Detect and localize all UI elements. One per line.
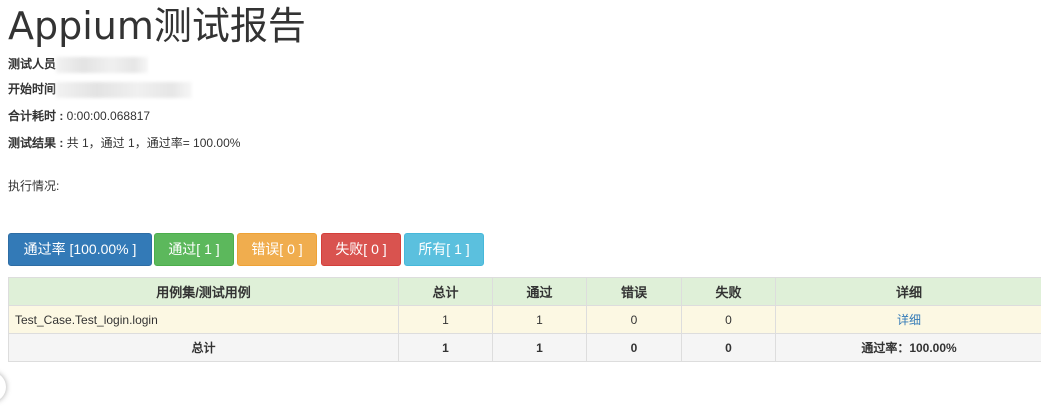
case-detail-cell: 详细	[775, 305, 1041, 334]
floating-circle-button[interactable]	[0, 372, 6, 402]
table-total-row: 总计 1 1 0 0 通过率：100.00%	[8, 333, 1041, 362]
header-errors: 错误	[586, 277, 682, 306]
tester-label: 测试人员	[8, 57, 57, 71]
passed-filter-button[interactable]: 通过[ 1 ]	[154, 233, 234, 266]
result-label: 测试结果 :	[8, 136, 64, 150]
duration-value: 0:00:00.068817	[63, 109, 151, 123]
result-attribute: 测试结果 : 共 1，通过 1，通过率= 100.00%	[8, 135, 240, 151]
total-errors: 0	[586, 333, 682, 362]
case-failures: 0	[681, 305, 776, 334]
all-filter-button[interactable]: 所有[ 1 ]	[404, 233, 484, 266]
duration-label: 合计耗时 :	[8, 109, 64, 123]
result-value: 共 1，通过 1，通过率= 100.00%	[63, 136, 241, 150]
tester-attribute: 测试人员	[8, 56, 149, 73]
total-passed: 1	[492, 333, 587, 362]
result-table: 用例集/测试用例 总计 通过 错误 失败 详细 Test_Case.Test_l…	[8, 277, 1041, 362]
failures-filter-button[interactable]: 失败[ 0 ]	[321, 233, 401, 266]
header-failures: 失败	[681, 277, 776, 306]
pass-rate-filter-button[interactable]: 通过率 [100.00% ]	[8, 233, 152, 266]
report-page: Appium测试报告 测试人员 开始时间 合计耗时 : 0:00:00.0688…	[0, 0, 1041, 406]
case-passed: 1	[492, 305, 587, 334]
table-header-row: 用例集/测试用例 总计 通过 错误 失败 详细	[8, 277, 1041, 306]
total-pass-rate: 通过率：100.00%	[775, 333, 1041, 362]
execution-label: 执行情况:	[8, 179, 60, 193]
header-detail: 详细	[775, 277, 1041, 306]
total-count: 1	[398, 333, 493, 362]
start-time-value-redacted	[56, 81, 193, 98]
total-failures: 0	[681, 333, 776, 362]
header-passed: 通过	[492, 277, 587, 306]
start-time-label: 开始时间	[8, 82, 57, 96]
case-errors: 0	[586, 305, 682, 334]
errors-filter-button[interactable]: 错误[ 0 ]	[237, 233, 317, 266]
detail-link[interactable]: 详细	[897, 313, 921, 327]
start-time-attribute: 开始时间	[8, 81, 193, 98]
tester-value-redacted	[56, 56, 149, 73]
total-label: 总计	[8, 333, 399, 362]
duration-attribute: 合计耗时 : 0:00:00.068817	[8, 108, 150, 124]
header-total: 总计	[398, 277, 493, 306]
page-title: Appium测试报告	[8, 4, 306, 48]
table-row: Test_Case.Test_login.login 1 1 0 0 详细	[8, 305, 1041, 334]
case-name: Test_Case.Test_login.login	[8, 305, 399, 334]
header-case: 用例集/测试用例	[8, 277, 399, 306]
case-total: 1	[398, 305, 493, 334]
